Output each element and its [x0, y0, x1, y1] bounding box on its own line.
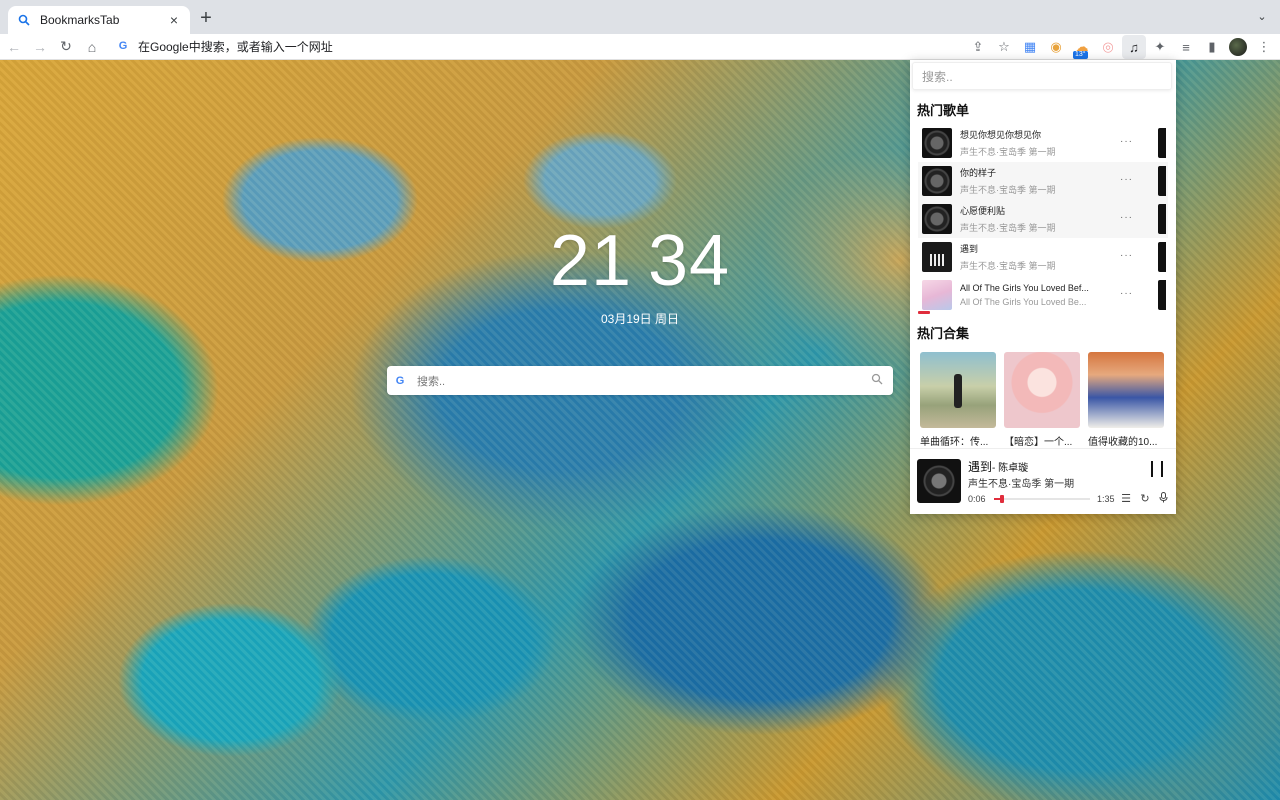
song-list: 想见你想见你想见你 声生不息·宝岛季 第一期 ··· 你的样子 声生不息·宝岛季…: [918, 124, 1168, 314]
progress-fill: [994, 498, 1000, 500]
clock-hours: 21: [549, 221, 632, 301]
share-icon[interactable]: ⇪: [966, 35, 990, 59]
song-item[interactable]: All Of The Girls You Loved Bef... All Of…: [918, 276, 1168, 314]
collection-caption: 单曲循环：传...: [920, 437, 989, 448]
hot-collections-title: 热门合集: [917, 326, 970, 341]
song-item[interactable]: 想见你想见你想见你 声生不息·宝岛季 第一期 ···: [918, 124, 1168, 162]
side-panel-icon[interactable]: ▮: [1200, 35, 1224, 59]
next-song-peek: [1158, 166, 1166, 196]
search-icon[interactable]: [871, 373, 883, 388]
now-playing-bar: 遇到- 陈卓璇 声生不息·宝岛季 第一期 0:06 1:35 ☰ ↻: [910, 448, 1176, 514]
song-cover: [922, 242, 952, 272]
music-popup: 搜索.. 热门歌单 想见你想见你想见你 声生不息·宝岛季 第一期 ··· 你的样…: [910, 60, 1176, 514]
search-icon: [16, 12, 32, 28]
weather-extension[interactable]: ☁ 13°: [1070, 35, 1094, 59]
song-name: 你的样子: [960, 168, 997, 178]
search-input[interactable]: 搜索..: [417, 373, 871, 389]
pause-button[interactable]: [1151, 461, 1163, 477]
more-icon[interactable]: ···: [1120, 136, 1133, 147]
now-playing-cover[interactable]: [917, 459, 961, 503]
chevron-down-icon[interactable]: ⌄: [1254, 10, 1270, 26]
weather-badge: 13°: [1073, 51, 1088, 59]
progress-handle[interactable]: [999, 495, 1004, 503]
current-time: 0:06: [968, 494, 986, 504]
hot-songs-title: 热门歌单: [917, 103, 970, 118]
song-item[interactable]: 心愿便利贴 声生不息·宝岛季 第一期 ···: [918, 200, 1168, 238]
clock: 21 34: [540, 220, 740, 302]
tab-strip: BookmarksTab × + ⌄: [0, 0, 1280, 34]
close-icon[interactable]: ×: [166, 12, 182, 28]
song-artist: 声生不息·宝岛季 第一期: [960, 261, 1056, 271]
search-box[interactable]: G 搜索..: [387, 366, 893, 395]
date-label: 03月19日 周日: [600, 312, 680, 326]
rss-icon[interactable]: ◎: [1096, 35, 1120, 59]
tab-title: BookmarksTab: [40, 13, 120, 27]
menu-icon[interactable]: ⋮: [1252, 35, 1276, 59]
music-search-input[interactable]: 搜索..: [912, 62, 1172, 90]
puzzle-icon[interactable]: ✦: [1148, 35, 1172, 59]
now-playing-title: 遇到- 陈卓璇: [968, 458, 1028, 475]
collection-caption: 值得收藏的10...: [1088, 437, 1158, 448]
duration: 1:35: [1097, 494, 1115, 504]
carousel-indicator: [918, 311, 930, 314]
now-playing-artist: 陈卓璇: [998, 463, 1029, 474]
browser-toolbar: ← → ↻ ⌂ G 在Google中搜索，或者输入一个网址 ⇪ ☆ ▦ ◉ ☁ …: [0, 34, 1280, 60]
media-control-icon[interactable]: ≡: [1174, 35, 1198, 59]
home-button[interactable]: ⌂: [80, 35, 104, 59]
music-note-icon[interactable]: ♫: [1122, 35, 1146, 59]
collection-list: 单曲循环：传... 【暗恋】一个... 值得收藏的10...: [920, 352, 1170, 448]
next-song-peek: [1158, 128, 1166, 158]
song-name: 遇到: [960, 244, 979, 254]
song-artist: 声生不息·宝岛季 第一期: [960, 147, 1056, 157]
now-playing-song: 遇到: [968, 460, 993, 474]
new-tab-button[interactable]: +: [196, 8, 216, 29]
playlist-icon[interactable]: ☰: [1120, 492, 1132, 505]
back-button[interactable]: ←: [2, 35, 26, 59]
song-artist: All Of The Girls You Loved Be...: [960, 297, 1087, 307]
google-icon: G: [118, 40, 128, 52]
bookmark-star-icon[interactable]: ☆: [992, 35, 1016, 59]
progress-slider[interactable]: [994, 495, 1090, 503]
song-artist: 声生不息·宝岛季 第一期: [960, 223, 1056, 233]
forward-button[interactable]: →: [28, 35, 52, 59]
collection-caption: 【暗恋】一个...: [1004, 437, 1073, 448]
song-cover: [922, 280, 952, 310]
song-item[interactable]: 你的样子 声生不息·宝岛季 第一期 ···: [918, 162, 1168, 200]
address-bar[interactable]: G 在Google中搜索，或者输入一个网址: [108, 35, 1028, 57]
song-item[interactable]: 遇到 声生不息·宝岛季 第一期 ···: [918, 238, 1168, 276]
clock-minutes: 34: [648, 221, 731, 301]
collection-card[interactable]: 单曲循环：传...: [920, 352, 996, 448]
loop-icon[interactable]: ↻: [1139, 492, 1151, 505]
song-cover: [922, 166, 952, 196]
collection-card[interactable]: 【暗恋】一个...: [1004, 352, 1080, 448]
song-name: 想见你想见你想见你: [960, 130, 1042, 140]
microphone-icon[interactable]: [1157, 492, 1169, 506]
more-icon[interactable]: ···: [1120, 212, 1133, 223]
collection-cover: [1004, 352, 1080, 428]
song-cover: [922, 204, 952, 234]
reload-button[interactable]: ↻: [54, 35, 78, 59]
toolbar-actions: ⇪ ☆ ▦ ◉ ☁ 13° ◎ ♫ ✦ ≡ ▮ ⋮: [966, 34, 1276, 60]
song-name: 心愿便利贴: [960, 206, 1006, 216]
song-cover: [922, 128, 952, 158]
avatar: [1229, 38, 1247, 56]
now-playing-album: 声生不息·宝岛季 第一期: [968, 479, 1075, 490]
song-artist: 声生不息·宝岛季 第一期: [960, 185, 1056, 195]
address-bar-placeholder: 在Google中搜索，或者输入一个网址: [138, 39, 333, 54]
more-icon[interactable]: ···: [1120, 288, 1133, 299]
tab-bookmarkstab[interactable]: BookmarksTab ×: [8, 6, 190, 34]
next-song-peek: [1158, 280, 1166, 310]
collection-cover: [1088, 352, 1164, 428]
collection-cover: [920, 352, 996, 428]
google-icon: G: [395, 374, 405, 387]
more-icon[interactable]: ···: [1120, 250, 1133, 261]
next-song-peek: [1158, 204, 1166, 234]
song-name: All Of The Girls You Loved Bef...: [960, 283, 1089, 293]
extension-globe-icon[interactable]: ◉: [1044, 35, 1068, 59]
collection-card[interactable]: 值得收藏的10...: [1088, 352, 1164, 448]
more-icon[interactable]: ···: [1120, 174, 1133, 185]
next-song-peek: [1158, 242, 1166, 272]
profile-avatar[interactable]: [1226, 35, 1250, 59]
extension-grid-icon[interactable]: ▦: [1018, 35, 1042, 59]
